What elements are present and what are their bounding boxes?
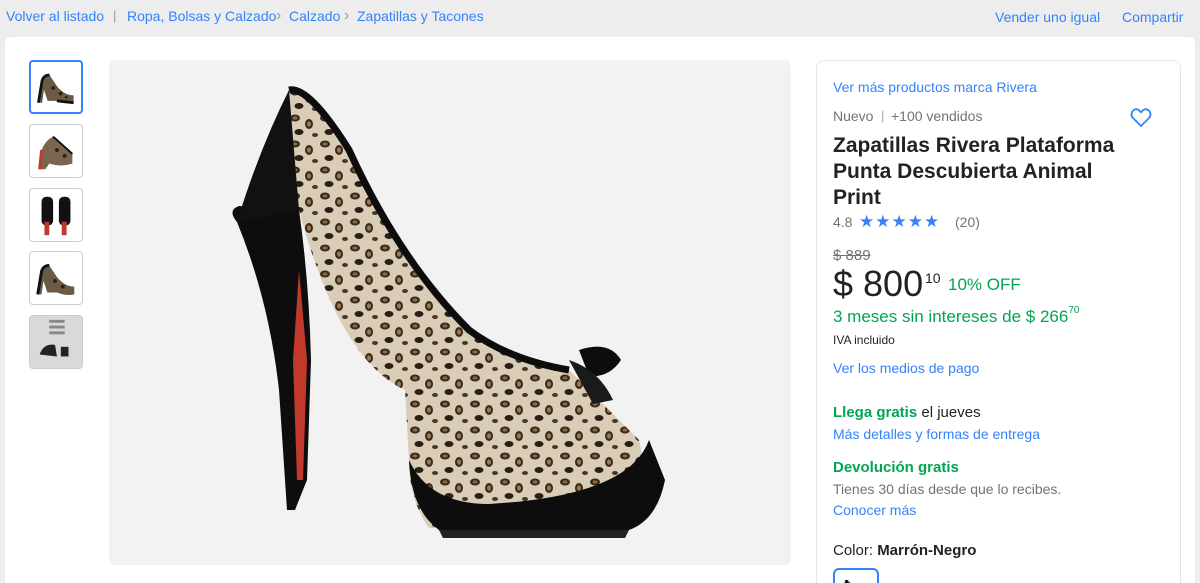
sold-count: +100 vendidos: [891, 108, 983, 124]
condition-divider: |: [881, 108, 885, 123]
free-returns-label: Devolución gratis: [833, 459, 959, 476]
condition-label: Nuevo: [833, 108, 874, 124]
installments-text: 3 meses sin intereses de $ 26670: [833, 305, 1080, 327]
brand-products-link[interactable]: Ver más productos marca Rivera: [833, 79, 1037, 95]
discount-badge: 10% OFF: [948, 275, 1021, 294]
color-label: Color:: [833, 542, 878, 559]
shoe-image: [36, 264, 75, 296]
heart-icon[interactable]: [1129, 105, 1153, 129]
star-icon: ★: [924, 212, 940, 231]
review-count[interactable]: (20): [955, 214, 980, 230]
star-icon: ★: [907, 212, 923, 231]
shoe-image: [41, 196, 71, 236]
thumbnail-1[interactable]: [29, 60, 83, 114]
main-product-image[interactable]: [109, 60, 791, 565]
arrival-day: el jueves: [917, 404, 981, 421]
installments-amount: 3 meses sin intereses de $ 266: [833, 307, 1069, 326]
size-chart-image: [30, 316, 82, 368]
top-bar: Volver al listado | Ropa, Bolsas y Calza…: [0, 0, 1200, 36]
shipping-details-link[interactable]: Más detalles y formas de entrega: [833, 426, 1040, 442]
share-link[interactable]: Compartir: [1122, 9, 1183, 25]
breadcrumb-item-calzado[interactable]: Calzado: [289, 8, 340, 24]
rating-value: 4.8: [833, 214, 853, 230]
shoe-image: [38, 135, 74, 170]
color-selector-label: Color: Marrón-Negro: [833, 542, 976, 559]
shipping-info: Llega gratis el jueves: [833, 404, 981, 421]
thumbnail-3[interactable]: [29, 188, 83, 242]
shoe-image: [844, 579, 851, 583]
thumbnail-5[interactable]: [29, 315, 83, 369]
color-value: Marrón-Negro: [877, 542, 977, 559]
free-shipping-label: Llega gratis: [833, 404, 918, 421]
high-heel-shoe-image: [232, 86, 665, 538]
returns-more-link[interactable]: Conocer más: [833, 502, 916, 518]
product-card: Ver más productos marca Rivera Nuevo | +…: [5, 37, 1195, 583]
returns-description: Tienes 30 días desde que lo recibes.: [833, 481, 1062, 497]
star-icon: ★: [891, 212, 907, 231]
current-price-cents: 10: [925, 270, 941, 286]
sell-similar-link[interactable]: Vender uno igual: [995, 9, 1100, 25]
back-to-list-link[interactable]: Volver al listado: [6, 8, 104, 24]
current-price: $ 800: [833, 263, 924, 304]
star-icon: ★: [875, 212, 891, 231]
color-swatch[interactable]: [833, 568, 879, 583]
thumbnail-4[interactable]: [29, 251, 83, 305]
rating-stars[interactable]: ★★★★★: [859, 213, 940, 232]
tax-note: IVA incluido: [833, 333, 895, 347]
chevron-right-icon: ›: [276, 7, 282, 24]
product-title: Zapatillas Rivera Plataforma Punta Descu…: [833, 134, 1115, 209]
breadcrumb-divider: |: [113, 8, 117, 23]
installments-cents: 70: [1068, 305, 1080, 316]
chevron-right-icon: ›: [344, 7, 350, 24]
thumbnail-2[interactable]: [29, 124, 83, 178]
breadcrumb-item-zapatillas[interactable]: Zapatillas y Tacones: [357, 8, 484, 24]
star-icon: ★: [859, 212, 875, 231]
breadcrumb-item-ropa[interactable]: Ropa, Bolsas y Calzado: [127, 8, 276, 24]
payment-methods-link[interactable]: Ver los medios de pago: [833, 360, 979, 376]
purchase-panel: Ver más productos marca Rivera Nuevo | +…: [816, 60, 1181, 583]
original-price: $ 889: [833, 247, 871, 264]
shoe-image: [37, 73, 74, 105]
